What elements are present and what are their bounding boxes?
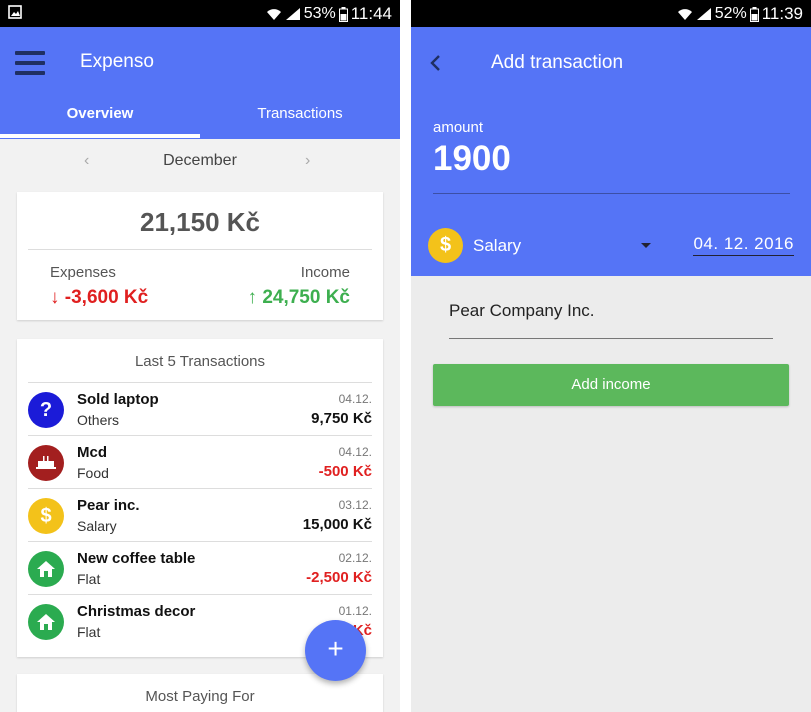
transaction-row[interactable]: ? Sold laptop Others 04.12. 9,750 Kč — [28, 382, 372, 435]
income-label: Income — [300, 264, 350, 281]
date-field[interactable]: 04. 12. 2016 — [693, 234, 794, 256]
menu-icon[interactable] — [15, 51, 45, 75]
transaction-amount: 9,750 Kč — [311, 410, 372, 427]
question-icon: ? — [28, 392, 64, 428]
add-transaction-fab[interactable]: + — [305, 620, 366, 681]
description-input[interactable]: Pear Company Inc. — [449, 301, 773, 339]
income-value: ↑ 24,750 Kč — [247, 287, 350, 308]
food-icon — [28, 445, 64, 481]
transaction-date: 02.12. — [338, 551, 372, 565]
transaction-row[interactable]: $ Pear inc. Salary 03.12. 15,000 Kč — [28, 488, 372, 541]
transaction-category: Others — [77, 412, 120, 428]
last-transactions-card: Last 5 Transactions ? Sold laptop Others 04… — [17, 339, 383, 657]
transaction-row[interactable]: New coffee table Flat 02.12. -2,500 Kč — [28, 541, 372, 594]
card-title: Last 5 Transactions — [134, 353, 266, 370]
transaction-date: 01.12. — [338, 604, 372, 618]
arrow-up-icon: ↑ — [247, 287, 263, 308]
transaction-date: 04.12. — [338, 445, 372, 459]
clock: 11:39 — [761, 4, 803, 23]
transaction-date: 04.12. — [338, 392, 372, 406]
app-bar: Add transaction amount 1900 $ Salary 04.… — [411, 27, 811, 276]
wifi-icon — [266, 7, 282, 21]
transaction-name: Christmas decor — [77, 603, 196, 620]
battery-percent: 52% — [714, 5, 747, 22]
arrow-down-icon: ↓ — [50, 287, 65, 308]
add-transaction-screen: 52% 11:39 Add transaction amount 1900 $ … — [411, 0, 811, 712]
transaction-category: Salary — [77, 518, 117, 534]
amount-underline — [433, 193, 790, 194]
battery-percent: 53% — [303, 5, 336, 22]
wifi-icon — [677, 7, 693, 21]
app-title: Expenso — [80, 51, 154, 72]
transaction-category: Food — [77, 465, 109, 481]
dollar-icon: $ — [428, 228, 463, 263]
amount-input[interactable]: 1900 — [433, 139, 511, 179]
tab-transactions[interactable]: Transactions — [200, 105, 400, 122]
balance-value: 21,150 Kč — [140, 207, 260, 237]
transaction-name: New coffee table — [77, 550, 196, 567]
transaction-date: 03.12. — [338, 498, 372, 512]
transaction-category: Flat — [77, 624, 101, 640]
expenses-label: Expenses — [50, 264, 116, 281]
house-icon — [28, 604, 64, 640]
balance-card: 21,150 Kč Expenses Income ↓ -3,600 Kč ↑ … — [17, 192, 383, 320]
gallery-notification-icon — [8, 5, 22, 24]
house-icon — [28, 551, 64, 587]
add-income-button[interactable]: Add income — [433, 364, 789, 406]
battery-icon — [749, 6, 759, 22]
month-selector: ‹ December › — [0, 152, 400, 174]
signal-icon — [285, 7, 301, 21]
category-select[interactable]: Salary — [473, 236, 521, 256]
tab-indicator — [0, 134, 200, 138]
back-arrow-icon[interactable] — [426, 51, 446, 75]
transaction-row[interactable]: Mcd Food 04.12. -500 Kč — [28, 435, 372, 488]
transaction-amount: -2,500 Kč — [306, 569, 372, 586]
month-label: December — [163, 152, 237, 169]
transaction-category: Flat — [77, 571, 101, 587]
status-bar: 53% 11:44 — [0, 0, 400, 27]
chevron-right-icon[interactable]: › — [305, 152, 310, 170]
dollar-icon: $ — [28, 498, 64, 534]
dropdown-arrow-icon[interactable] — [641, 243, 651, 248]
transaction-list: ? Sold laptop Others 04.12. 9,750 Kč Mcd Food 0… — [28, 382, 372, 647]
card-title: Most Paying For — [145, 688, 255, 705]
tab-overview[interactable]: Overview — [0, 105, 200, 122]
overview-screen: 53% 11:44 Expenso Overview Transactions … — [0, 0, 400, 712]
divider — [28, 249, 372, 250]
expenses-value: ↓ -3,600 Kč — [50, 287, 149, 308]
battery-icon — [338, 6, 348, 22]
transaction-name: Sold laptop — [77, 391, 159, 408]
transaction-name: Pear inc. — [77, 497, 140, 514]
transaction-name: Mcd — [77, 444, 107, 461]
transaction-amount: -500 Kč — [318, 463, 372, 480]
chevron-left-icon[interactable]: ‹ — [84, 152, 89, 170]
amount-label: amount — [433, 119, 484, 136]
transaction-amount: 15,000 Kč — [302, 516, 372, 533]
screen-title: Add transaction — [491, 52, 624, 73]
signal-icon — [696, 7, 712, 21]
status-bar: 52% 11:39 — [411, 0, 811, 27]
app-bar: Expenso Overview Transactions — [0, 27, 400, 139]
clock: 11:44 — [350, 4, 392, 23]
